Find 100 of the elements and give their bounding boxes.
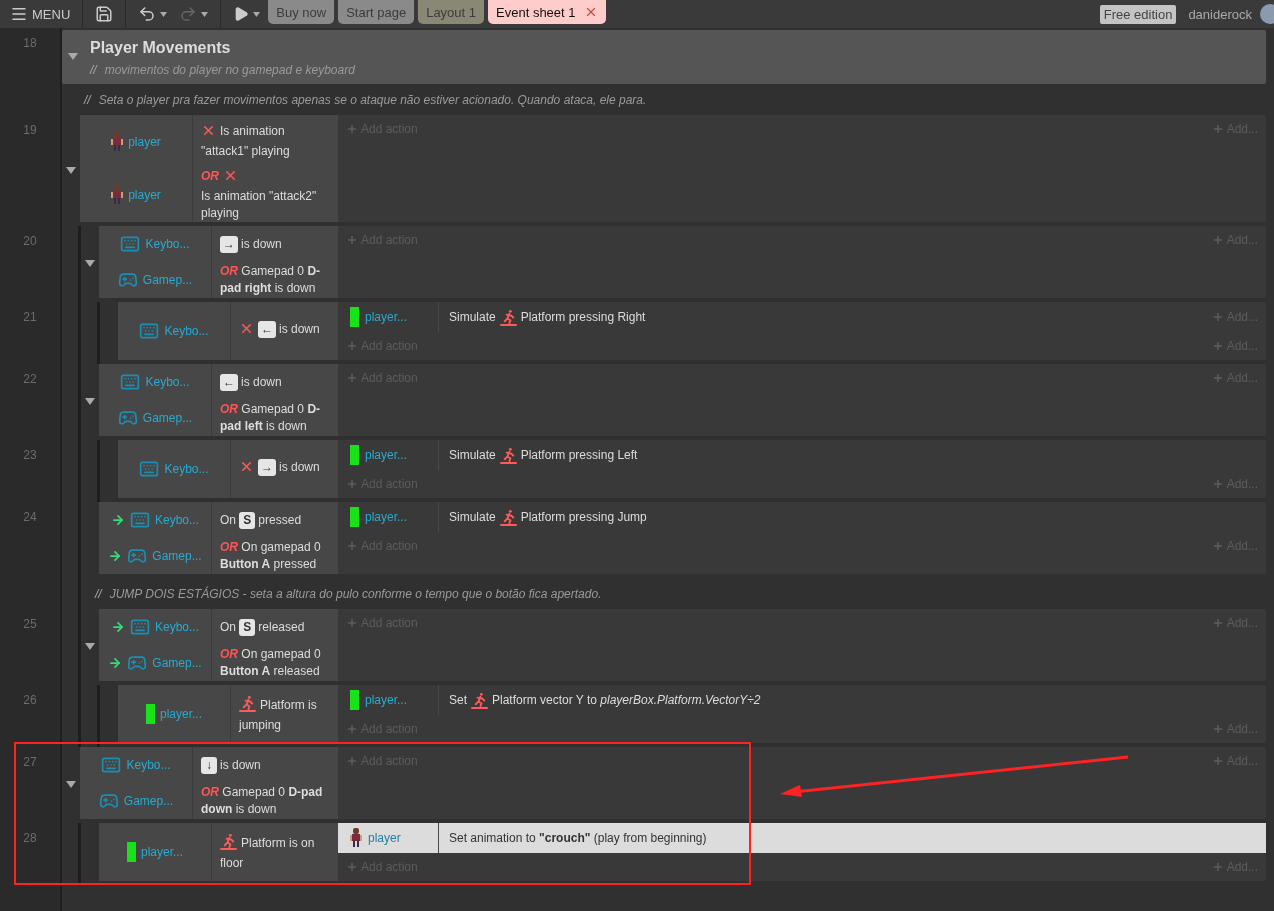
object-name[interactable]: player... bbox=[160, 707, 202, 721]
object-name[interactable]: player... bbox=[365, 510, 408, 524]
action-row[interactable]: player... Simulate Platform pressing Jump bbox=[338, 502, 1266, 532]
object-name[interactable]: Gamep... bbox=[152, 656, 202, 670]
caret-icon[interactable] bbox=[160, 11, 168, 17]
collapse-arrow-icon[interactable] bbox=[66, 166, 76, 175]
object-name[interactable]: player bbox=[128, 188, 161, 203]
tab[interactable]: Start page bbox=[338, 0, 415, 24]
object-name[interactable]: Keybo... bbox=[155, 513, 199, 527]
keyboard-icon bbox=[139, 459, 160, 479]
character-sprite-icon bbox=[111, 185, 124, 206]
group-header[interactable]: Player Movements // movimentos do player no gamepad e keyboard bbox=[62, 30, 1266, 84]
object-name[interactable]: player bbox=[128, 134, 161, 149]
plus-icon bbox=[346, 478, 358, 490]
tab[interactable]: Event sheet 1 bbox=[488, 0, 606, 24]
object-name[interactable]: Gamep... bbox=[152, 549, 202, 563]
sprite-box-icon bbox=[127, 842, 136, 862]
object-name[interactable]: Keybo... bbox=[126, 758, 171, 772]
condition-text: is down bbox=[279, 322, 320, 336]
condition-text: is down bbox=[279, 460, 320, 474]
character-sprite-icon bbox=[350, 828, 362, 848]
keyboard-icon bbox=[120, 372, 141, 392]
avatar[interactable] bbox=[1260, 4, 1274, 24]
object-name[interactable]: player bbox=[368, 831, 401, 845]
plus-icon bbox=[1211, 372, 1224, 384]
key-cap: ← bbox=[258, 321, 276, 338]
condition-text: OR Gamepad 0 D-pad left is down bbox=[220, 402, 321, 433]
condition-text: On bbox=[220, 619, 237, 634]
save-icon bbox=[95, 5, 114, 23]
caret-icon[interactable] bbox=[253, 11, 261, 17]
plus-icon bbox=[1211, 755, 1224, 767]
line-number: 19 bbox=[22, 122, 38, 139]
key-cap: ↓ bbox=[201, 756, 217, 774]
action-row[interactable]: player Set animation to "crouch" (play from beginning) bbox=[338, 823, 1266, 853]
plus-icon bbox=[1211, 123, 1224, 135]
object-name[interactable]: Gamep... bbox=[123, 794, 174, 808]
gamepad-icon bbox=[127, 546, 148, 566]
plus-icon bbox=[346, 723, 358, 735]
user-name[interactable]: daniderock bbox=[1188, 6, 1252, 22]
condition-text: is down bbox=[241, 236, 282, 251]
object-name[interactable]: Gamep... bbox=[142, 273, 193, 287]
collapse-arrow-icon[interactable] bbox=[66, 781, 76, 789]
collapse-arrow-icon[interactable] bbox=[85, 260, 95, 268]
action-text: Simulate bbox=[449, 310, 496, 324]
object-name[interactable]: Gamep... bbox=[142, 411, 193, 425]
plus-icon bbox=[346, 617, 358, 629]
comment-marker: // bbox=[84, 93, 91, 107]
plus-icon bbox=[346, 234, 358, 246]
plus-icon bbox=[1211, 311, 1224, 323]
object-name[interactable]: player... bbox=[365, 693, 408, 707]
play-icon bbox=[233, 6, 250, 22]
tab[interactable]: Layout 1 bbox=[418, 0, 485, 24]
key-cap: S bbox=[239, 618, 256, 636]
sprite-box-icon bbox=[350, 307, 359, 327]
object-name[interactable]: Keybo... bbox=[164, 462, 209, 476]
action-text: Set animation to "crouch" (play from beginning) bbox=[449, 831, 707, 845]
comment-text: Seta o player pra fazer movimentos apenas se o ataque não estiver acionado. Quando ataca, ele para. bbox=[98, 93, 647, 107]
undo-icon bbox=[138, 5, 157, 23]
menu-button[interactable]: MENU bbox=[6, 0, 75, 28]
object-name[interactable]: player... bbox=[365, 448, 408, 462]
collapse-arrow-icon[interactable] bbox=[68, 53, 78, 61]
condition-text: Is animation "attack2" playing bbox=[201, 188, 318, 223]
object-name[interactable]: Keybo... bbox=[145, 375, 190, 389]
action-text: Platform pressing Jump bbox=[520, 510, 647, 524]
action-text: Set bbox=[449, 693, 467, 707]
object-name[interactable]: Keybo... bbox=[155, 620, 199, 634]
tab[interactable]: Buy now bbox=[268, 0, 335, 24]
plus-icon bbox=[346, 340, 358, 352]
plus-icon bbox=[346, 123, 358, 135]
object-name[interactable]: Keybo... bbox=[145, 237, 190, 251]
object-name[interactable]: player... bbox=[141, 845, 183, 859]
comment-text: movimentos do player no gamepad e keyboard bbox=[104, 63, 355, 77]
action-text: Simulate bbox=[449, 448, 496, 462]
condition-text: released bbox=[258, 619, 305, 634]
comment-marker: // bbox=[95, 587, 102, 601]
condition-text: OR On gamepad 0 Button A released bbox=[220, 647, 321, 678]
gamepad-icon bbox=[127, 653, 148, 673]
action-text: Platform pressing Right bbox=[520, 310, 646, 324]
character-sprite-icon bbox=[111, 131, 124, 152]
line-number: 23 bbox=[22, 447, 38, 464]
condition-text: OR Gamepad 0 D-pad right is down bbox=[220, 264, 321, 295]
line-number: 18 bbox=[22, 35, 38, 52]
or-label: OR bbox=[201, 169, 219, 184]
object-name[interactable]: Keybo... bbox=[164, 324, 209, 338]
keyboard-icon bbox=[120, 234, 141, 254]
keyboard-icon bbox=[139, 321, 160, 341]
collapse-arrow-icon[interactable] bbox=[85, 643, 95, 651]
collapse-arrow-icon[interactable] bbox=[85, 398, 95, 406]
object-name[interactable]: player... bbox=[365, 310, 408, 324]
action-row[interactable]: player... Set Platform vector Y to playerBox.Platform.VectorY÷2 bbox=[338, 685, 1266, 715]
condition-text: Platform is jumping bbox=[239, 697, 317, 732]
plus-icon bbox=[1211, 340, 1224, 352]
condition-text: OR On gamepad 0 Button A pressed bbox=[220, 540, 321, 571]
line-number: 26 bbox=[22, 692, 38, 709]
condition-text: On bbox=[220, 512, 237, 527]
caret-icon[interactable] bbox=[201, 11, 209, 17]
plus-icon bbox=[1211, 234, 1224, 246]
line-number: 25 bbox=[22, 616, 38, 633]
keyboard-icon bbox=[101, 755, 122, 775]
action-row[interactable]: player... Simulate Platform pressing Left bbox=[338, 440, 1266, 470]
